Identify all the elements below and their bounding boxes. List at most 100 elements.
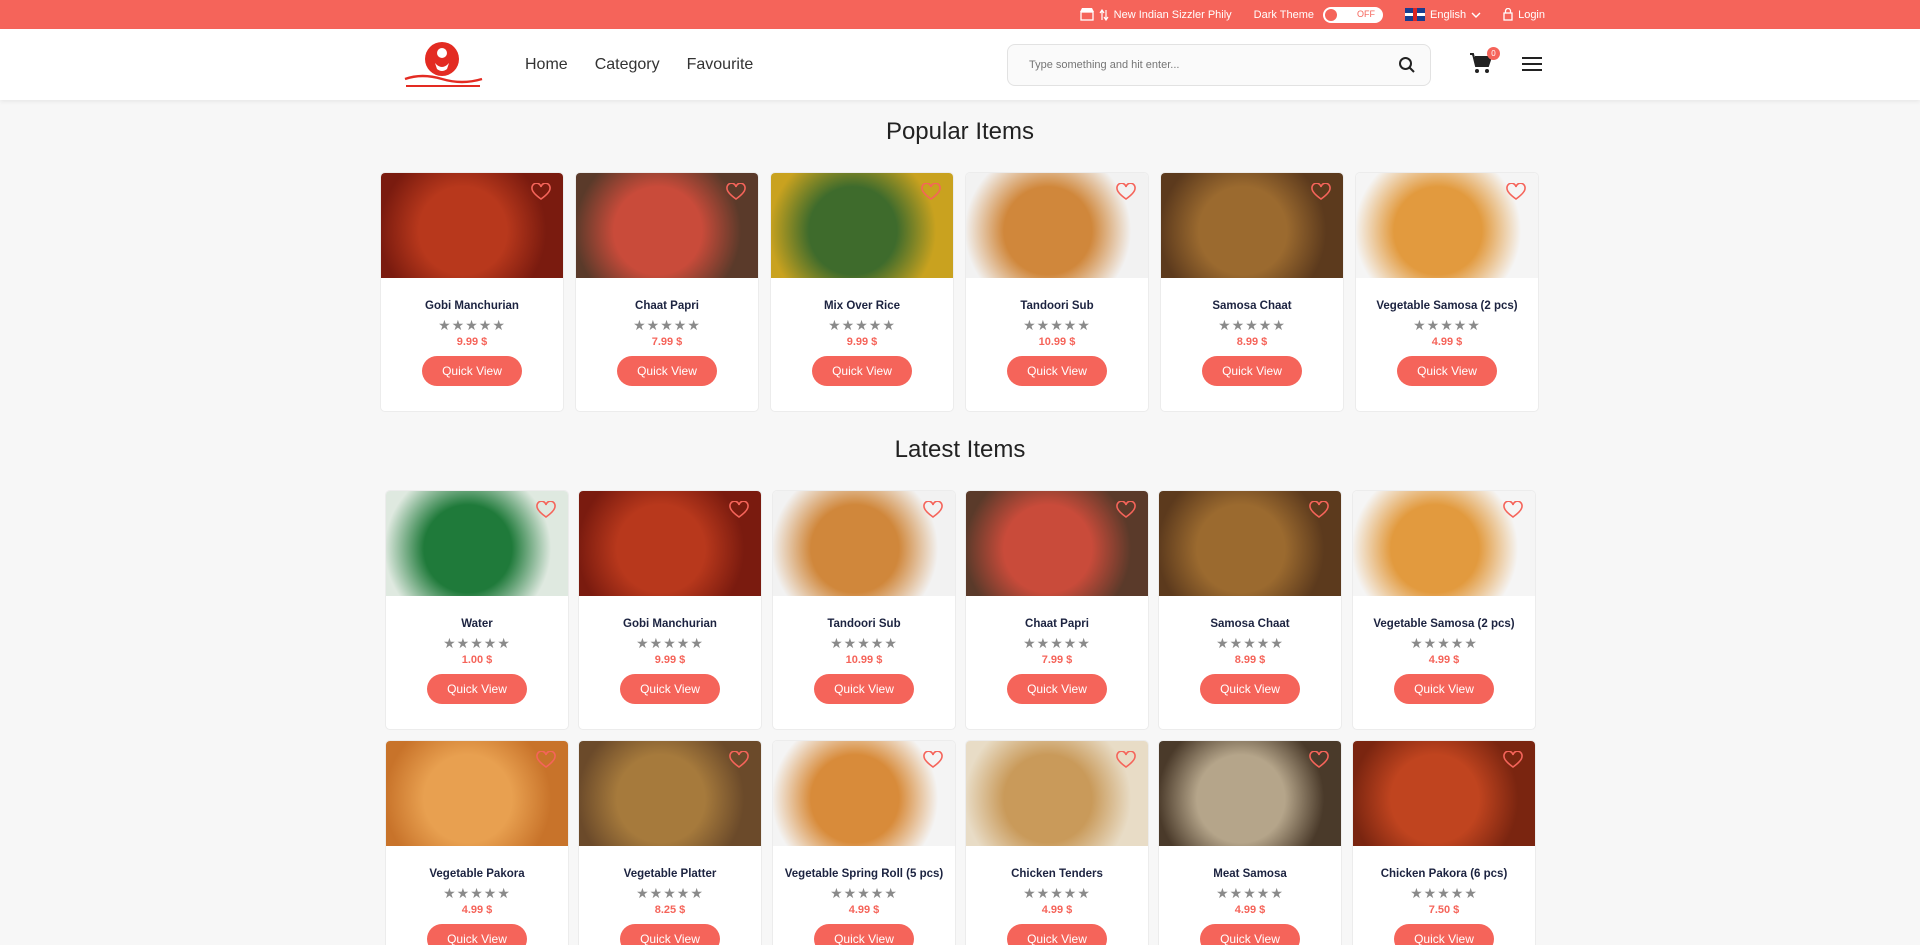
quick-view-button[interactable]: Quick View — [1200, 924, 1300, 945]
product-price: 8.99 $ — [1234, 654, 1266, 666]
product-card[interactable]: Samosa Chaat ★★★★★ 8.99 $ Quick View — [1160, 172, 1344, 412]
favourite-heart-icon[interactable] — [1309, 751, 1329, 769]
nav-favourite[interactable]: Favourite — [687, 56, 754, 74]
product-card[interactable]: Chaat Papri ★★★★★ 7.99 $ Quick View — [965, 490, 1149, 730]
favourite-heart-icon[interactable] — [1116, 751, 1136, 769]
quick-view-button[interactable]: Quick View — [427, 924, 527, 945]
dark-theme-toggle[interactable]: OFF — [1323, 6, 1383, 23]
rating-stars: ★★★★★ — [636, 635, 704, 651]
quick-view-button[interactable]: Quick View — [814, 674, 914, 704]
favourite-heart-icon[interactable] — [536, 751, 556, 769]
product-image[interactable] — [576, 173, 758, 278]
product-image[interactable] — [579, 741, 761, 846]
rating-stars: ★★★★★ — [1410, 885, 1478, 901]
quick-view-button[interactable]: Quick View — [1394, 924, 1494, 945]
product-price: 4.99 $ — [1431, 336, 1463, 348]
quick-view-button[interactable]: Quick View — [1394, 674, 1494, 704]
favourite-heart-icon[interactable] — [1503, 751, 1523, 769]
quick-view-button[interactable]: Quick View — [422, 356, 522, 386]
quick-view-button[interactable]: Quick View — [1200, 674, 1300, 704]
quick-view-button[interactable]: Quick View — [812, 356, 912, 386]
search-input[interactable] — [1008, 45, 1378, 85]
product-image[interactable] — [386, 741, 568, 846]
product-card[interactable]: Vegetable Spring Roll (5 pcs) ★★★★★ 4.99 $… — [772, 740, 956, 945]
product-card[interactable]: Tandoori Sub ★★★★★ 10.99 $ Quick View — [772, 490, 956, 730]
product-card[interactable]: Chaat Papri ★★★★★ 7.99 $ Quick View — [575, 172, 759, 412]
product-card[interactable]: Vegetable Samosa (2 pcs) ★★★★★ 4.99 $ Quick… — [1352, 490, 1536, 730]
product-card[interactable]: Water ★★★★★ 1.00 $ Quick View — [385, 490, 569, 730]
favourite-heart-icon[interactable] — [729, 501, 749, 519]
product-card[interactable]: Vegetable Platter ★★★★★ 8.25 $ Quick View — [578, 740, 762, 945]
product-image[interactable] — [773, 491, 955, 596]
product-image[interactable] — [1159, 741, 1341, 846]
product-image[interactable] — [1353, 491, 1535, 596]
product-price: 4.99 $ — [1428, 654, 1460, 666]
quick-view-button[interactable]: Quick View — [1007, 924, 1107, 945]
product-image[interactable] — [579, 491, 761, 596]
favourite-heart-icon[interactable] — [1311, 183, 1331, 201]
favourite-heart-icon[interactable] — [726, 183, 746, 201]
product-image[interactable] — [1161, 173, 1343, 278]
quick-view-button[interactable]: Quick View — [1007, 356, 1107, 386]
favourite-heart-icon[interactable] — [923, 501, 943, 519]
product-card[interactable]: Chicken Tenders ★★★★★ 4.99 $ Quick View — [965, 740, 1149, 945]
nav-home[interactable]: Home — [525, 56, 568, 74]
product-price: 7.50 $ — [1428, 904, 1460, 916]
product-card[interactable]: Chicken Pakora (6 pcs) ★★★★★ 7.50 $ Quick V… — [1352, 740, 1536, 945]
product-image[interactable] — [966, 741, 1148, 846]
restaurant-logo[interactable] — [402, 39, 486, 93]
product-image[interactable] — [1353, 741, 1535, 846]
hamburger-menu-icon[interactable] — [1522, 56, 1542, 77]
login-link[interactable]: Login — [1503, 8, 1545, 21]
language-label: English — [1430, 8, 1467, 21]
quick-view-button[interactable]: Quick View — [617, 356, 717, 386]
favourite-heart-icon[interactable] — [921, 183, 941, 201]
favourite-heart-icon[interactable] — [536, 501, 556, 519]
search-icon[interactable] — [1398, 56, 1416, 74]
product-image[interactable] — [381, 173, 563, 278]
favourite-heart-icon[interactable] — [1309, 501, 1329, 519]
product-card[interactable]: Vegetable Samosa (2 pcs) ★★★★★ 4.99 $ Quick… — [1355, 172, 1539, 412]
rating-stars: ★★★★★ — [1023, 635, 1091, 651]
favourite-heart-icon[interactable] — [923, 751, 943, 769]
product-image[interactable] — [773, 741, 955, 846]
quick-view-button[interactable]: Quick View — [1202, 356, 1302, 386]
favourite-heart-icon[interactable] — [531, 183, 551, 201]
product-card[interactable]: Samosa Chaat ★★★★★ 8.99 $ Quick View — [1158, 490, 1342, 730]
product-card[interactable]: Gobi Manchurian ★★★★★ 9.99 $ Quick View — [380, 172, 564, 412]
language-selector[interactable]: English — [1405, 8, 1481, 21]
product-image[interactable] — [771, 173, 953, 278]
product-name: Samosa Chaat — [1210, 618, 1290, 630]
product-card[interactable]: Gobi Manchurian ★★★★★ 9.99 $ Quick View — [578, 490, 762, 730]
product-card[interactable]: Vegetable Pakora ★★★★★ 4.99 $ Quick View — [385, 740, 569, 945]
product-price: 7.99 $ — [651, 336, 683, 348]
cart-button[interactable]: 0 — [1469, 47, 1500, 79]
quick-view-button[interactable]: Quick View — [1007, 674, 1107, 704]
rating-stars: ★★★★★ — [636, 885, 704, 901]
product-image[interactable] — [966, 173, 1148, 278]
product-card[interactable]: Meat Samosa ★★★★★ 4.99 $ Quick View — [1158, 740, 1342, 945]
favourite-heart-icon[interactable] — [1506, 183, 1526, 201]
quick-view-button[interactable]: Quick View — [620, 674, 720, 704]
product-image[interactable] — [1356, 173, 1538, 278]
favourite-heart-icon[interactable] — [729, 751, 749, 769]
quick-view-button[interactable]: Quick View — [814, 924, 914, 945]
quick-view-button[interactable]: Quick View — [1397, 356, 1497, 386]
product-name: Vegetable Samosa (2 pcs) — [1373, 618, 1515, 630]
nav-category[interactable]: Category — [595, 56, 660, 74]
store-selector[interactable]: New Indian Sizzler Phily — [1079, 8, 1232, 21]
product-image[interactable] — [386, 491, 568, 596]
rating-stars: ★★★★★ — [1216, 635, 1284, 651]
favourite-heart-icon[interactable] — [1116, 183, 1136, 201]
product-name: Vegetable Platter — [623, 868, 717, 880]
product-card[interactable]: Mix Over Rice ★★★★★ 9.99 $ Quick View — [770, 172, 954, 412]
quick-view-button[interactable]: Quick View — [620, 924, 720, 945]
product-card[interactable]: Tandoori Sub ★★★★★ 10.99 $ Quick View — [965, 172, 1149, 412]
favourite-heart-icon[interactable] — [1116, 501, 1136, 519]
quick-view-button[interactable]: Quick View — [427, 674, 527, 704]
product-price: 4.99 $ — [1234, 904, 1266, 916]
product-name: Vegetable Spring Roll (5 pcs) — [784, 868, 944, 880]
product-image[interactable] — [966, 491, 1148, 596]
product-image[interactable] — [1159, 491, 1341, 596]
favourite-heart-icon[interactable] — [1503, 501, 1523, 519]
